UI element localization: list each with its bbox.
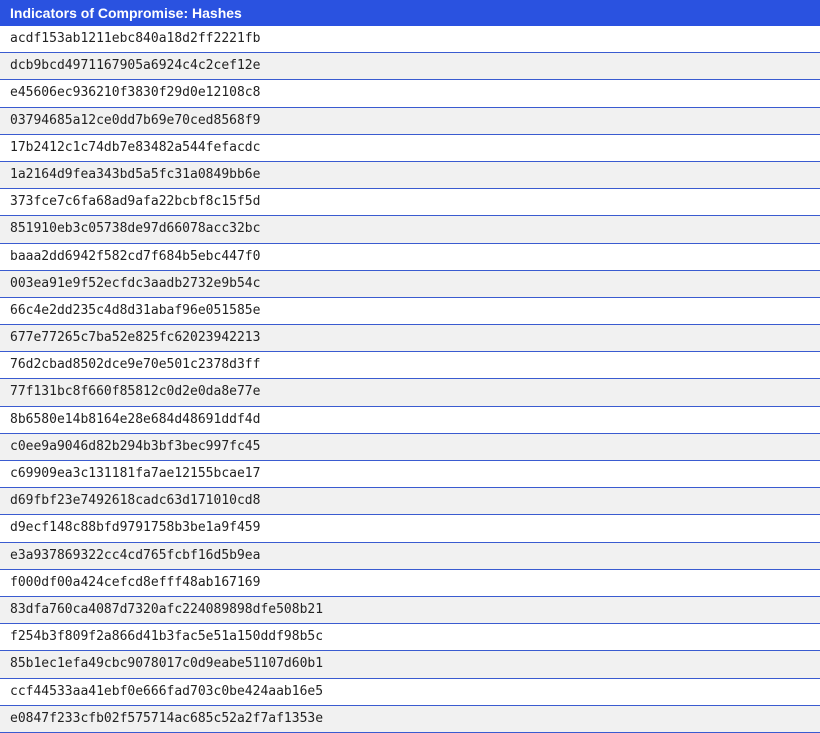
hash-row: e0847f233cfb02f575714ac685c52a2f7af1353e: [0, 705, 820, 733]
hash-row: 85b1ec1efa49cbc9078017c0d9eabe51107d60b1: [0, 651, 820, 679]
hash-row: 03794685a12ce0dd7b69e70ced8568f9: [0, 107, 820, 135]
hash-row: 373fce7c6fa68ad9afa22bcbf8c15f5d: [0, 189, 820, 217]
hash-row: d69fbf23e7492618cadc63d171010cd8: [0, 488, 820, 516]
hash-row: 677e77265c7ba52e825fc62023942213: [0, 325, 820, 353]
hash-row: 76d2cbad8502dce9e70e501c2378d3ff: [0, 352, 820, 380]
hash-row: c0ee9a9046d82b294b3bf3bec997fc45: [0, 433, 820, 461]
hash-row: f000df00a424cefcd8efff48ab167169: [0, 569, 820, 597]
hash-row: e3a937869322cc4cd765fcbf16d5b9ea: [0, 542, 820, 570]
ioc-hash-table: Indicators of Compromise: Hashes acdf153…: [0, 0, 820, 733]
hash-row: d9ecf148c88bfd9791758b3be1a9f459: [0, 515, 820, 543]
hash-row: 003ea91e9f52ecfdc3aadb2732e9b54c: [0, 270, 820, 298]
hash-row: acdf153ab1211ebc840a18d2ff2221fb: [0, 26, 820, 54]
hash-row: f254b3f809f2a866d41b3fac5e51a150ddf98b5c: [0, 624, 820, 652]
hash-row: baaa2dd6942f582cd7f684b5ebc447f0: [0, 243, 820, 271]
hash-row: 83dfa760ca4087d7320afc224089898dfe508b21: [0, 596, 820, 625]
hash-row: c69909ea3c131181fa7ae12155bcae17: [0, 461, 820, 489]
table-title: Indicators of Compromise: Hashes: [0, 0, 820, 26]
hash-row: dcb9bcd4971167905a6924c4c2cef12e: [0, 53, 820, 81]
hash-row: e45606ec936210f3830f29d0e12108c8: [0, 80, 820, 108]
hash-row: ccf44533aa41ebf0e666fad703c0be424aab16e5: [0, 678, 820, 706]
hash-row: 17b2412c1c74db7e83482a544fefacdc: [0, 134, 820, 162]
hash-row: 66c4e2dd235c4d8d31abaf96e051585e: [0, 297, 820, 326]
hash-list: acdf153ab1211ebc840a18d2ff2221fb dcb9bcd4…: [0, 26, 820, 733]
hash-row: 77f131bc8f660f85812c0d2e0da8e77e: [0, 379, 820, 407]
hash-row: 851910eb3c05738de97d66078acc32bc: [0, 216, 820, 244]
hash-row: 1a2164d9fea343bd5a5fc31a0849bb6e: [0, 161, 820, 190]
hash-row: 8b6580e14b8164e28e684d48691ddf4d: [0, 406, 820, 434]
